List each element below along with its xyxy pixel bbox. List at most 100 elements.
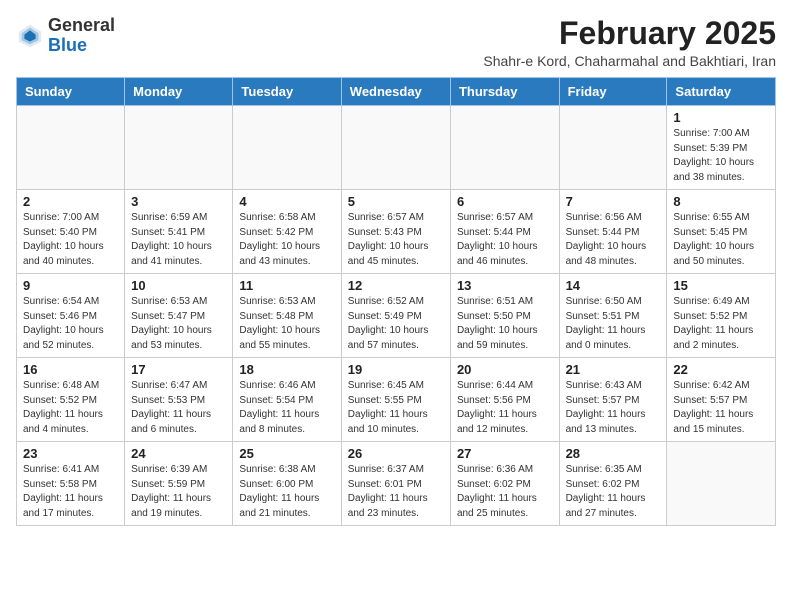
day-info: Sunrise: 6:35 AM Sunset: 6:02 PM Dayligh… xyxy=(566,463,661,521)
day-info: Sunrise: 6:57 AM Sunset: 5:43 PM Dayligh… xyxy=(348,211,444,269)
calendar-header-row: SundayMondayTuesdayWednesdayThursdayFrid… xyxy=(17,78,776,106)
calendar-cell: 15 Sunrise: 6:49 AM Sunset: 5:52 PM Dayli… xyxy=(667,274,776,358)
day-number: 11 xyxy=(239,278,334,293)
calendar-table: SundayMondayTuesdayWednesdayThursdayFrid… xyxy=(16,77,776,526)
calendar-cell: 28 Sunrise: 6:35 AM Sunset: 6:02 PM Dayli… xyxy=(559,442,667,526)
day-number: 4 xyxy=(239,194,334,209)
day-info: Sunrise: 6:48 AM Sunset: 5:52 PM Dayligh… xyxy=(23,379,118,437)
day-info: Sunrise: 6:50 AM Sunset: 5:51 PM Dayligh… xyxy=(566,295,661,353)
calendar-cell: 8Sunrise: 6:55 AM Sunset: 5:45 PM Daylig… xyxy=(667,190,776,274)
calendar-week-row: 2 Sunrise: 7:00 AM Sunset: 5:40 PM Daylig… xyxy=(17,190,776,274)
calendar-cell: 4 Sunrise: 6:58 AM Sunset: 5:42 PM Daylig… xyxy=(233,190,341,274)
day-number: 3 xyxy=(131,194,226,209)
day-info: Sunrise: 6:43 AM Sunset: 5:57 PM Dayligh… xyxy=(566,379,661,437)
day-info: Sunrise: 6:44 AM Sunset: 5:56 PM Dayligh… xyxy=(457,379,553,437)
weekday-header: Tuesday xyxy=(233,78,341,106)
calendar-cell: 27 Sunrise: 6:36 AM Sunset: 6:02 PM Dayli… xyxy=(450,442,559,526)
logo-text: General Blue xyxy=(48,16,115,56)
weekday-header: Friday xyxy=(559,78,667,106)
day-number: 12 xyxy=(348,278,444,293)
day-number: 15 xyxy=(673,278,769,293)
day-info: Sunrise: 6:38 AM Sunset: 6:00 PM Dayligh… xyxy=(239,463,334,521)
day-number: 18 xyxy=(239,362,334,377)
day-info: Sunrise: 6:46 AM Sunset: 5:54 PM Dayligh… xyxy=(239,379,334,437)
weekday-header: Thursday xyxy=(450,78,559,106)
day-number: 13 xyxy=(457,278,553,293)
calendar-week-row: 23Sunrise: 6:41 AM Sunset: 5:58 PM Dayli… xyxy=(17,442,776,526)
calendar-cell xyxy=(341,106,450,190)
calendar-cell: 17 Sunrise: 6:47 AM Sunset: 5:53 PM Dayli… xyxy=(125,358,233,442)
day-number: 24 xyxy=(131,446,226,461)
calendar-cell xyxy=(450,106,559,190)
month-title: February 2025 xyxy=(483,16,776,51)
day-number: 28 xyxy=(566,446,661,461)
calendar-week-row: 16 Sunrise: 6:48 AM Sunset: 5:52 PM Dayli… xyxy=(17,358,776,442)
day-info: Sunrise: 6:53 AM Sunset: 5:48 PM Dayligh… xyxy=(239,295,334,353)
day-number: 10 xyxy=(131,278,226,293)
calendar-cell: 5Sunrise: 6:57 AM Sunset: 5:43 PM Daylig… xyxy=(341,190,450,274)
calendar-cell: 11 Sunrise: 6:53 AM Sunset: 5:48 PM Dayli… xyxy=(233,274,341,358)
day-info: Sunrise: 6:47 AM Sunset: 5:53 PM Dayligh… xyxy=(131,379,226,437)
day-info: Sunrise: 6:52 AM Sunset: 5:49 PM Dayligh… xyxy=(348,295,444,353)
calendar-cell: 7Sunrise: 6:56 AM Sunset: 5:44 PM Daylig… xyxy=(559,190,667,274)
page-header: General Blue February 2025 Shahr-e Kord,… xyxy=(16,16,776,69)
calendar-cell xyxy=(667,442,776,526)
calendar-cell: 10 Sunrise: 6:53 AM Sunset: 5:47 PM Dayli… xyxy=(125,274,233,358)
day-number: 17 xyxy=(131,362,226,377)
day-info: Sunrise: 6:41 AM Sunset: 5:58 PM Dayligh… xyxy=(23,463,118,521)
calendar-cell: 23Sunrise: 6:41 AM Sunset: 5:58 PM Dayli… xyxy=(17,442,125,526)
calendar-cell xyxy=(233,106,341,190)
day-info: Sunrise: 6:49 AM Sunset: 5:52 PM Dayligh… xyxy=(673,295,769,353)
day-info: Sunrise: 6:37 AM Sunset: 6:01 PM Dayligh… xyxy=(348,463,444,521)
calendar-cell xyxy=(125,106,233,190)
calendar-cell: 21Sunrise: 6:43 AM Sunset: 5:57 PM Dayli… xyxy=(559,358,667,442)
calendar-cell: 12 Sunrise: 6:52 AM Sunset: 5:49 PM Dayli… xyxy=(341,274,450,358)
calendar-cell xyxy=(17,106,125,190)
day-info: Sunrise: 6:53 AM Sunset: 5:47 PM Dayligh… xyxy=(131,295,226,353)
calendar-cell: 14 Sunrise: 6:50 AM Sunset: 5:51 PM Dayli… xyxy=(559,274,667,358)
calendar-cell: 20 Sunrise: 6:44 AM Sunset: 5:56 PM Dayli… xyxy=(450,358,559,442)
calendar-week-row: 9 Sunrise: 6:54 AM Sunset: 5:46 PM Daylig… xyxy=(17,274,776,358)
calendar-cell: 19Sunrise: 6:45 AM Sunset: 5:55 PM Dayli… xyxy=(341,358,450,442)
day-number: 2 xyxy=(23,194,118,209)
calendar-cell: 6 Sunrise: 6:57 AM Sunset: 5:44 PM Daylig… xyxy=(450,190,559,274)
day-number: 14 xyxy=(566,278,661,293)
day-number: 16 xyxy=(23,362,118,377)
day-info: Sunrise: 6:42 AM Sunset: 5:57 PM Dayligh… xyxy=(673,379,769,437)
weekday-header: Wednesday xyxy=(341,78,450,106)
day-info: Sunrise: 7:00 AM Sunset: 5:40 PM Dayligh… xyxy=(23,211,118,269)
day-number: 20 xyxy=(457,362,553,377)
day-info: Sunrise: 6:51 AM Sunset: 5:50 PM Dayligh… xyxy=(457,295,553,353)
day-info: Sunrise: 7:00 AM Sunset: 5:39 PM Dayligh… xyxy=(673,127,769,185)
logo: General Blue xyxy=(16,16,115,56)
day-info: Sunrise: 6:54 AM Sunset: 5:46 PM Dayligh… xyxy=(23,295,118,353)
day-info: Sunrise: 6:58 AM Sunset: 5:42 PM Dayligh… xyxy=(239,211,334,269)
day-info: Sunrise: 6:57 AM Sunset: 5:44 PM Dayligh… xyxy=(457,211,553,269)
calendar-cell: 16 Sunrise: 6:48 AM Sunset: 5:52 PM Dayli… xyxy=(17,358,125,442)
day-number: 9 xyxy=(23,278,118,293)
calendar-cell: 22 Sunrise: 6:42 AM Sunset: 5:57 PM Dayli… xyxy=(667,358,776,442)
day-info: Sunrise: 6:59 AM Sunset: 5:41 PM Dayligh… xyxy=(131,211,226,269)
day-info: Sunrise: 6:56 AM Sunset: 5:44 PM Dayligh… xyxy=(566,211,661,269)
day-info: Sunrise: 6:36 AM Sunset: 6:02 PM Dayligh… xyxy=(457,463,553,521)
weekday-header: Monday xyxy=(125,78,233,106)
day-number: 22 xyxy=(673,362,769,377)
calendar-cell: 25 Sunrise: 6:38 AM Sunset: 6:00 PM Dayli… xyxy=(233,442,341,526)
day-number: 26 xyxy=(348,446,444,461)
day-number: 27 xyxy=(457,446,553,461)
calendar-cell: 3 Sunrise: 6:59 AM Sunset: 5:41 PM Daylig… xyxy=(125,190,233,274)
calendar-cell: 26 Sunrise: 6:37 AM Sunset: 6:01 PM Dayli… xyxy=(341,442,450,526)
location-title: Shahr-e Kord, Chaharmahal and Bakhtiari,… xyxy=(483,53,776,69)
day-info: Sunrise: 6:55 AM Sunset: 5:45 PM Dayligh… xyxy=(673,211,769,269)
calendar-cell: 18 Sunrise: 6:46 AM Sunset: 5:54 PM Dayli… xyxy=(233,358,341,442)
calendar-cell: 9 Sunrise: 6:54 AM Sunset: 5:46 PM Daylig… xyxy=(17,274,125,358)
calendar-cell: 2 Sunrise: 7:00 AM Sunset: 5:40 PM Daylig… xyxy=(17,190,125,274)
day-number: 25 xyxy=(239,446,334,461)
day-info: Sunrise: 6:45 AM Sunset: 5:55 PM Dayligh… xyxy=(348,379,444,437)
day-number: 1 xyxy=(673,110,769,125)
calendar-cell: 1 Sunrise: 7:00 AM Sunset: 5:39 PM Daylig… xyxy=(667,106,776,190)
calendar-week-row: 1 Sunrise: 7:00 AM Sunset: 5:39 PM Daylig… xyxy=(17,106,776,190)
day-number: 6 xyxy=(457,194,553,209)
calendar-cell: 24Sunrise: 6:39 AM Sunset: 5:59 PM Dayli… xyxy=(125,442,233,526)
calendar-cell xyxy=(559,106,667,190)
